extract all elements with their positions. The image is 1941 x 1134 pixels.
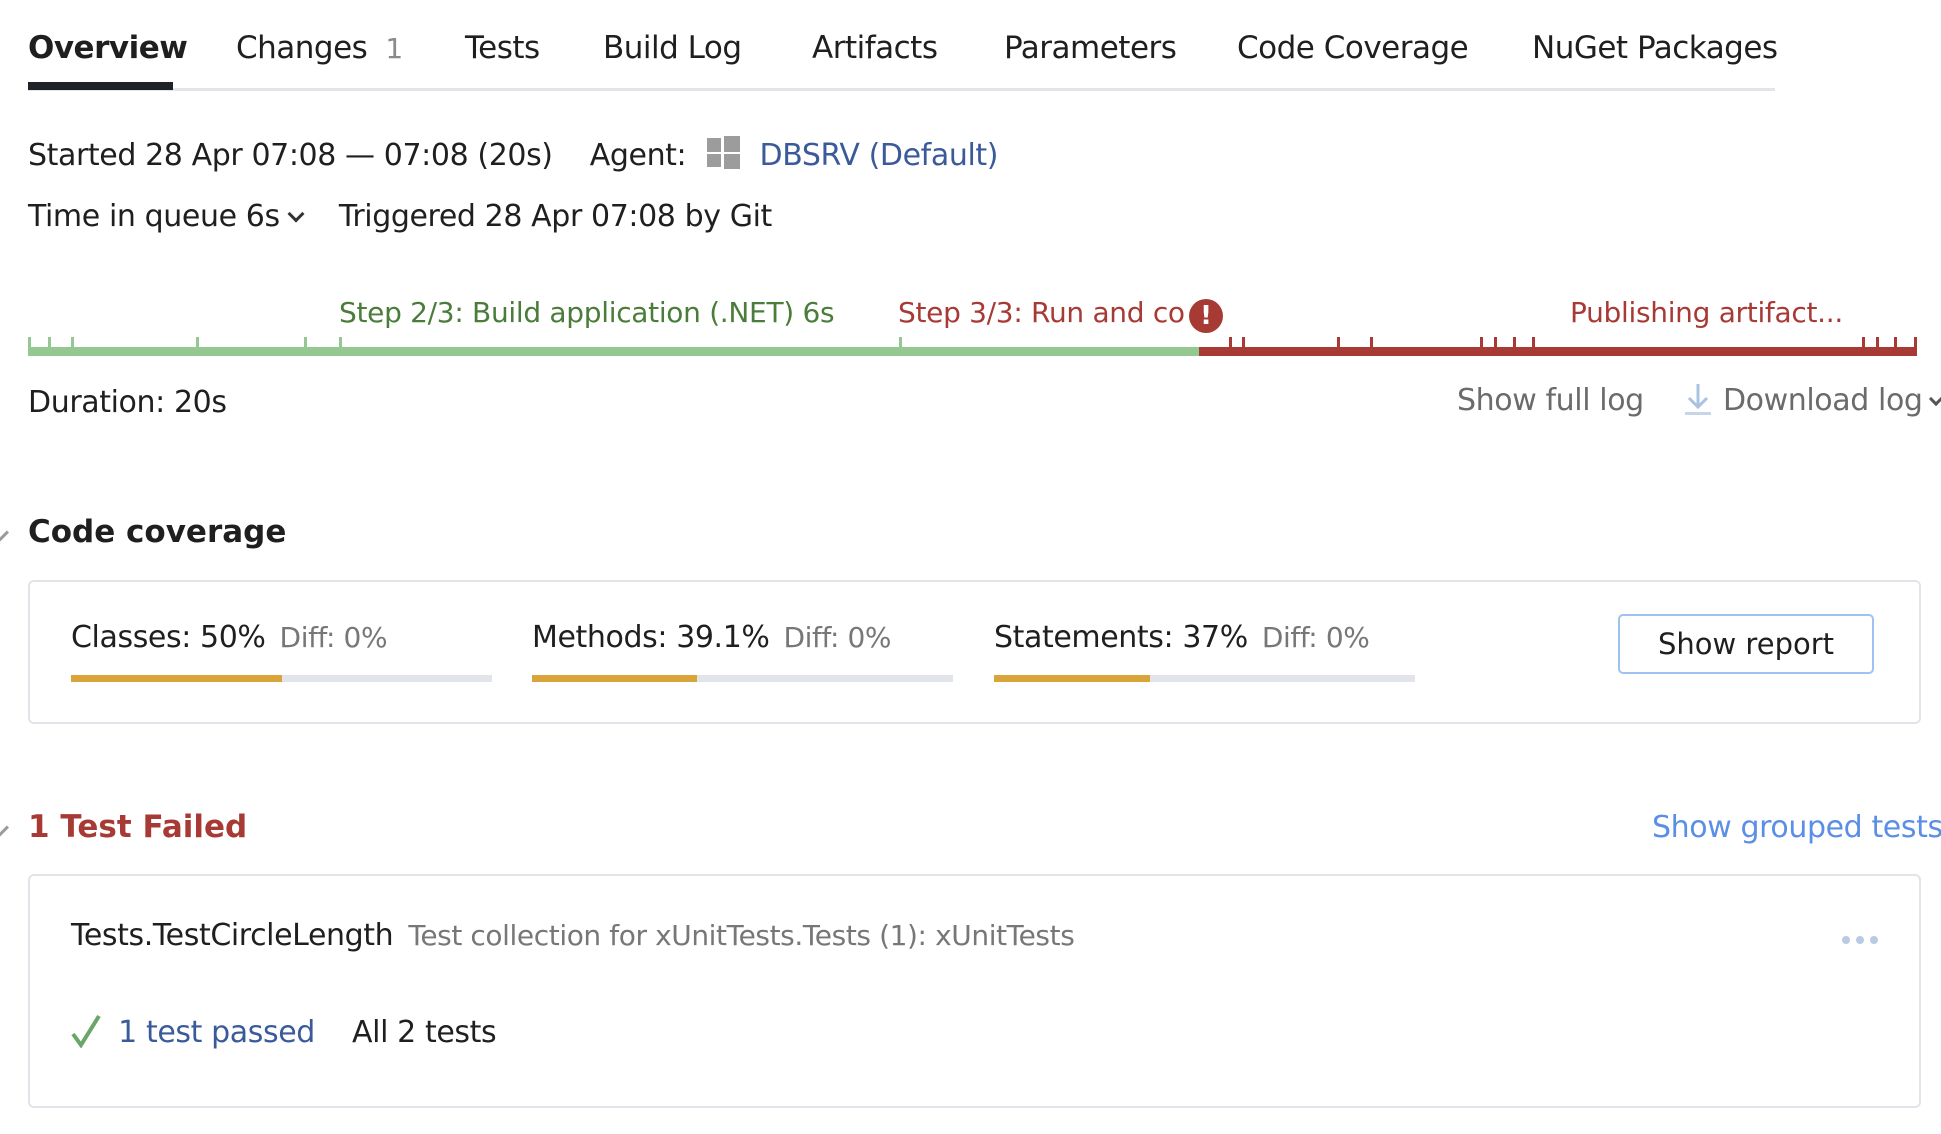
agent-name-link[interactable]: DBSRV — [760, 138, 860, 173]
timeline-step-marker — [1242, 337, 1245, 349]
download-log-label: Download log — [1722, 383, 1923, 418]
started-text: Started 28 Apr 07:08 — 07:08 (20s) — [28, 138, 553, 173]
timeline-step-marker — [1337, 337, 1340, 349]
coverage-methods-diff: Diff: 0% — [783, 621, 892, 654]
code-coverage-card: Classes: 50% Diff: 0% Methods: 39.1% Diff:… — [28, 580, 1921, 724]
log-actions: Show full log Download log — [1457, 382, 1941, 418]
timeline-step-marker — [1494, 337, 1497, 349]
tab-tests[interactable]: Tests — [465, 30, 540, 66]
test-row: Tests.TestCircleLength Test collection f… — [71, 918, 1075, 953]
coverage-methods-fill — [532, 675, 697, 682]
coverage-statements: Statements: 37% Diff: 0% — [994, 620, 1370, 655]
timeline-step-marker — [196, 337, 199, 349]
tab-parameters[interactable]: Parameters — [1004, 30, 1177, 66]
tab-overview[interactable]: Overview — [28, 30, 188, 66]
step-label-build[interactable]: Step 2/3: Build application (.NET) 6s — [339, 296, 835, 329]
coverage-methods: Methods: 39.1% Diff: 0% — [532, 620, 892, 655]
triggered-text: Triggered 28 Apr 07:08 by Git — [338, 199, 772, 234]
coverage-statements-value: Statements: 37% — [994, 620, 1248, 655]
time-in-queue-toggle[interactable]: Time in queue 6s — [28, 199, 305, 234]
tab-changes-label: Changes — [236, 30, 368, 66]
time-in-queue-text: Time in queue 6s — [28, 199, 280, 234]
timeline-step-marker — [48, 337, 51, 349]
exclamation-icon: ! — [1189, 299, 1223, 333]
test-name-link[interactable]: Tests.TestCircleLength — [71, 918, 394, 953]
timeline-step-marker — [1876, 337, 1879, 349]
timeline-success-segment — [28, 347, 1200, 356]
timeline-step-marker — [1894, 337, 1897, 349]
test-collection: Test collection for xUnitTests.Tests (1)… — [408, 919, 1075, 952]
duration-text: Duration: 20s — [28, 385, 227, 420]
tab-nuget-packages[interactable]: NuGet Packages — [1532, 30, 1778, 66]
timeline-step-marker — [1513, 337, 1516, 349]
timeline-step-marker — [1532, 337, 1535, 349]
show-report-button[interactable]: Show report — [1618, 614, 1874, 674]
code-coverage-heading: Code coverage — [28, 514, 287, 550]
coverage-classes-fill — [71, 675, 282, 682]
timeline-step-marker — [28, 337, 31, 349]
timeline-step-marker — [304, 337, 307, 349]
coverage-statements-bar — [994, 675, 1415, 682]
timeline-step-marker — [1914, 337, 1917, 349]
step-label-run[interactable]: Step 3/3: Run and co — [898, 296, 1185, 329]
download-icon — [1683, 382, 1713, 416]
changes-count-badge: 1 — [385, 32, 403, 65]
collapse-icon[interactable] — [0, 530, 10, 543]
test-summary-row: 1 test passed All 2 tests — [71, 1014, 497, 1056]
coverage-classes: Classes: 50% Diff: 0% — [71, 620, 388, 655]
checkmark-icon — [71, 1014, 101, 1056]
tab-build-log[interactable]: Build Log — [603, 30, 742, 66]
timeline-step-marker — [339, 337, 342, 349]
coverage-methods-bar — [532, 675, 953, 682]
tests-failed-heading: 1 Test Failed — [28, 809, 248, 845]
more-options-icon[interactable] — [1842, 936, 1878, 944]
show-full-log-link[interactable]: Show full log — [1457, 383, 1644, 418]
coverage-classes-value: Classes: 50% — [71, 620, 266, 655]
timeline-failed-segment — [1199, 347, 1917, 356]
coverage-statements-fill — [994, 675, 1150, 682]
queue-row: Time in queue 6s Triggered 28 Apr 07:08 … — [28, 199, 772, 234]
agent-pool-link[interactable]: (Default) — [869, 138, 999, 173]
step-label-publishing[interactable]: Publishing artifact... — [1570, 296, 1843, 329]
timeline-step-marker — [1862, 337, 1865, 349]
all-tests-link[interactable]: All 2 tests — [352, 1015, 497, 1050]
tab-code-coverage[interactable]: Code Coverage — [1237, 30, 1469, 66]
coverage-classes-diff: Diff: 0% — [279, 621, 388, 654]
tab-changes[interactable]: Changes 1 — [236, 30, 403, 66]
coverage-methods-value: Methods: 39.1% — [532, 620, 770, 655]
agent-label: Agent: — [589, 138, 687, 173]
tab-artifacts[interactable]: Artifacts — [812, 30, 938, 66]
tests-passed-link[interactable]: 1 test passed — [118, 1015, 315, 1050]
build-started-row: Started 28 Apr 07:08 — 07:08 (20s) Agent… — [28, 136, 998, 173]
timeline-step-marker — [899, 337, 902, 349]
timeline-step-marker — [1480, 337, 1483, 349]
timeline-step-marker — [1229, 337, 1232, 349]
download-log-button[interactable]: Download log — [1683, 383, 1941, 418]
coverage-classes-bar — [71, 675, 492, 682]
collapse-icon[interactable] — [0, 825, 10, 838]
timeline-step-marker — [1370, 337, 1373, 349]
tab-bar: Overview Changes 1 Tests Build Log Artifa… — [28, 24, 1778, 91]
chevron-down-icon — [1928, 391, 1941, 407]
test-item-card: Tests.TestCircleLength Test collection f… — [28, 874, 1921, 1108]
show-grouped-tests-link[interactable]: Show grouped tests — [1652, 810, 1941, 845]
windows-icon — [707, 136, 741, 169]
chevron-down-icon — [287, 205, 305, 223]
timeline-step-marker — [71, 337, 74, 349]
active-tab-indicator — [28, 82, 173, 90]
coverage-statements-diff: Diff: 0% — [1261, 621, 1370, 654]
